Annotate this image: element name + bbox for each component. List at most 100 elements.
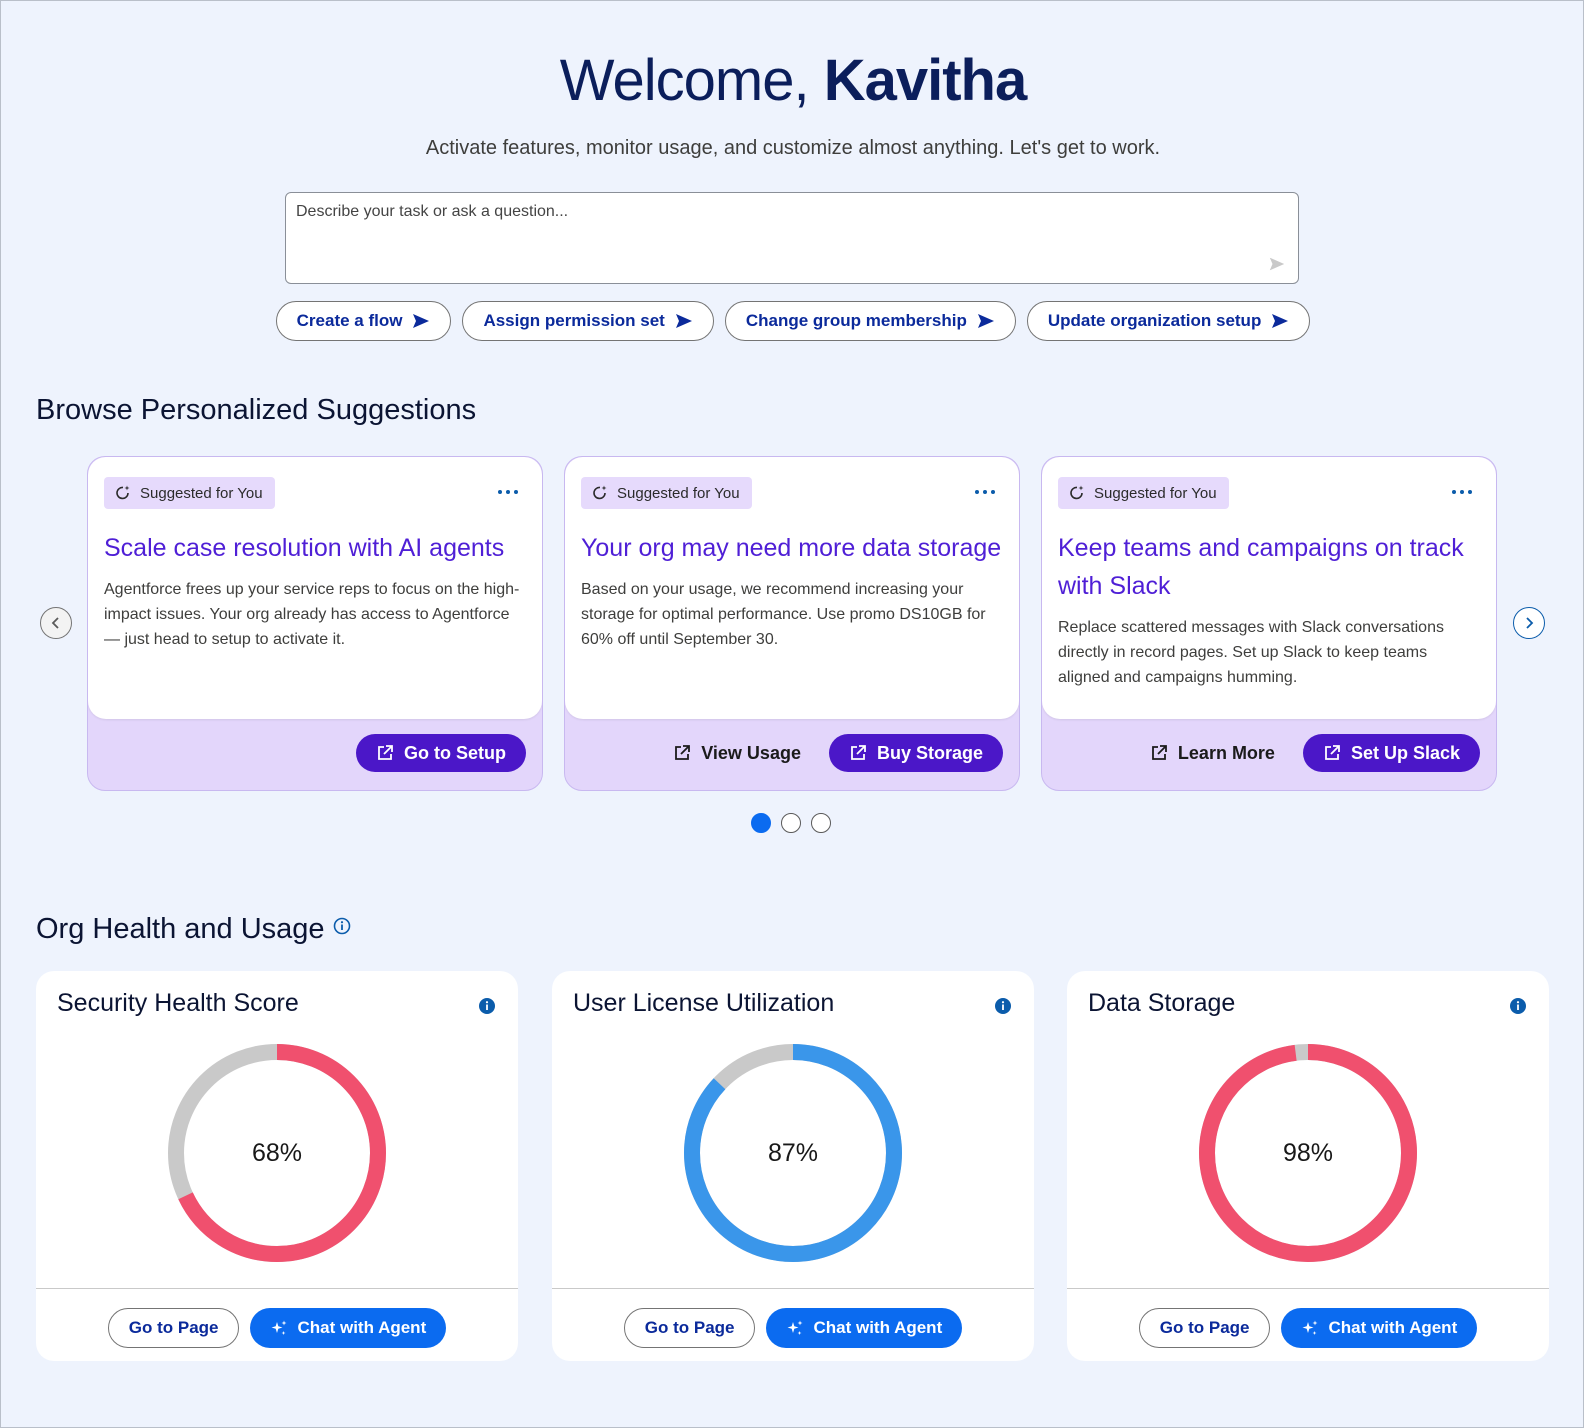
suggestion-description: Agentforce frees up your service reps to… [104, 581, 520, 648]
suggestion-card-data-storage: Suggested for You Your org may need more… [564, 456, 1020, 791]
buy-storage-label: Buy Storage [876, 742, 983, 763]
chevron-right-icon [1526, 617, 1534, 629]
sparkles-icon [787, 1320, 803, 1335]
more-options-icon[interactable] [498, 485, 518, 499]
go-to-page-button[interactable]: Go to Page [107, 1308, 240, 1348]
carousel-next-button[interactable] [1513, 607, 1545, 639]
info-icon[interactable] [333, 917, 351, 935]
suggestion-title: Your org may need more data storage [581, 534, 1002, 562]
health-card-title: Data Storage [1088, 989, 1236, 1017]
quick-actions: Create a flow Assign permission set Chan… [1, 301, 1584, 341]
suggested-badge: Suggested for You [581, 477, 752, 509]
health-card-value: 98% [1282, 1138, 1334, 1167]
external-link-icon [378, 745, 393, 760]
suggested-badge-label: Suggested for You [140, 484, 263, 502]
suggested-badge-label: Suggested for You [617, 484, 740, 502]
suggested-badge-label: Suggested for You [1094, 484, 1217, 502]
more-options-icon[interactable] [975, 485, 995, 499]
suggestions-heading: Browse Personalized Suggestions [36, 394, 477, 426]
carousel-dot-1[interactable] [751, 813, 771, 833]
quick-action-update-organization-setup[interactable]: Update organization setup [1026, 301, 1311, 341]
buy-storage-button[interactable]: Buy Storage [828, 734, 1003, 772]
info-icon[interactable] [1509, 997, 1527, 1015]
info-icon[interactable] [478, 997, 496, 1015]
send-arrow-icon [1272, 314, 1289, 328]
suggestion-card-slack: Suggested for You Keep teams and campaig… [1041, 456, 1497, 791]
suggested-badge: Suggested for You [104, 477, 275, 509]
suggestion-actions: View Usage Buy Storage [673, 734, 1003, 772]
go-to-setup-button[interactable]: Go to Setup [356, 734, 526, 772]
send-arrow-icon [977, 314, 994, 328]
send-arrow-icon [675, 314, 692, 328]
quick-action-create-flow[interactable]: Create a flow [275, 301, 452, 341]
chat-with-agent-button[interactable]: Chat with Agent [766, 1308, 963, 1348]
chat-with-agent-button[interactable]: Chat with Agent [1281, 1308, 1478, 1348]
go-to-page-button[interactable]: Go to Page [1138, 1308, 1271, 1348]
ask-box [285, 192, 1299, 284]
ask-input[interactable] [286, 193, 1298, 283]
chat-with-agent-button[interactable]: Chat with Agent [250, 1308, 447, 1348]
quick-action-label: Update organization setup [1047, 311, 1262, 330]
sparkles-icon [271, 1320, 287, 1335]
more-options-icon[interactable] [1452, 485, 1472, 499]
chat-with-agent-label: Chat with Agent [297, 1318, 427, 1337]
suggestion-description: Replace scattered messages with Slack co… [1058, 619, 1444, 686]
send-arrow-icon [413, 314, 430, 328]
chat-with-agent-label: Chat with Agent [1328, 1318, 1458, 1337]
quick-action-change-group-membership[interactable]: Change group membership [724, 301, 1016, 341]
sparkles-icon [1302, 1320, 1318, 1335]
suggestion-title: Keep teams and campaigns on track with S… [1058, 534, 1464, 600]
suggested-badge: Suggested for You [1058, 477, 1229, 509]
carousel-dot-2[interactable] [781, 813, 801, 833]
suggestion-actions: Learn More Set Up Slack [1150, 734, 1480, 772]
learn-more-button[interactable]: Learn More [1150, 743, 1275, 764]
learn-more-label: Learn More [1177, 742, 1275, 763]
external-link-icon [851, 745, 866, 760]
suggestion-card-body: Suggested for You Keep teams and campaig… [1042, 457, 1496, 719]
health-heading-text: Org Health and Usage [36, 913, 325, 945]
external-link-icon [675, 745, 691, 760]
divider [552, 1288, 1034, 1289]
health-card-title: Security Health Score [57, 989, 299, 1017]
health-card-title: User License Utilization [573, 989, 835, 1017]
set-up-slack-label: Set Up Slack [1350, 742, 1460, 763]
go-to-setup-label: Go to Setup [404, 742, 506, 763]
send-icon[interactable] [1268, 255, 1286, 273]
info-icon[interactable] [994, 997, 1012, 1015]
set-up-slack-button[interactable]: Set Up Slack [1302, 734, 1480, 772]
carousel-pagination [751, 813, 831, 833]
suggestion-actions: Go to Setup [356, 734, 526, 772]
security-health-card: Security Health Score 68% Go to Page Cha… [36, 971, 518, 1361]
health-card-value: 68% [251, 1138, 303, 1167]
view-usage-button[interactable]: View Usage [673, 743, 801, 764]
sparkle-refresh-icon [116, 485, 130, 500]
health-card-actions: Go to Page Chat with Agent [1067, 1308, 1549, 1348]
suggestion-description: Based on your usage, we recommend increa… [581, 581, 986, 648]
chat-with-agent-label: Chat with Agent [813, 1318, 943, 1337]
sparkle-refresh-icon [593, 485, 607, 500]
health-card-value: 87% [767, 1138, 819, 1167]
divider [1067, 1288, 1549, 1289]
quick-action-label: Assign permission set [483, 311, 665, 330]
suggestion-card-ai-agents: Suggested for You Scale case resolution … [87, 456, 543, 791]
suggestion-card-body: Suggested for You Your org may need more… [565, 457, 1019, 719]
external-link-icon [1325, 745, 1340, 760]
page-frame: Welcome, Kavitha Activate features, moni… [0, 0, 1584, 1428]
welcome-user-name: Kavitha [823, 48, 1028, 113]
suggestion-card-body: Suggested for You Scale case resolution … [88, 457, 542, 719]
carousel-dot-3[interactable] [811, 813, 831, 833]
sparkle-refresh-icon [1070, 485, 1084, 500]
quick-action-label: Change group membership [745, 311, 967, 330]
user-license-card: User License Utilization 87% Go to Page … [552, 971, 1034, 1361]
carousel-prev-button[interactable] [40, 607, 72, 639]
divider [36, 1288, 518, 1289]
quick-action-assign-permission-set[interactable]: Assign permission set [462, 301, 714, 341]
quick-action-label: Create a flow [296, 311, 403, 330]
view-usage-label: View Usage [701, 742, 801, 763]
go-to-page-button[interactable]: Go to Page [623, 1308, 756, 1348]
health-heading: Org Health and Usage [36, 913, 351, 946]
chevron-left-icon [51, 617, 59, 629]
suggestion-title: Scale case resolution with AI agents [104, 534, 505, 562]
welcome-greeting: Welcome, [559, 48, 810, 113]
welcome-subtitle: Activate features, monitor usage, and cu… [425, 137, 1161, 159]
